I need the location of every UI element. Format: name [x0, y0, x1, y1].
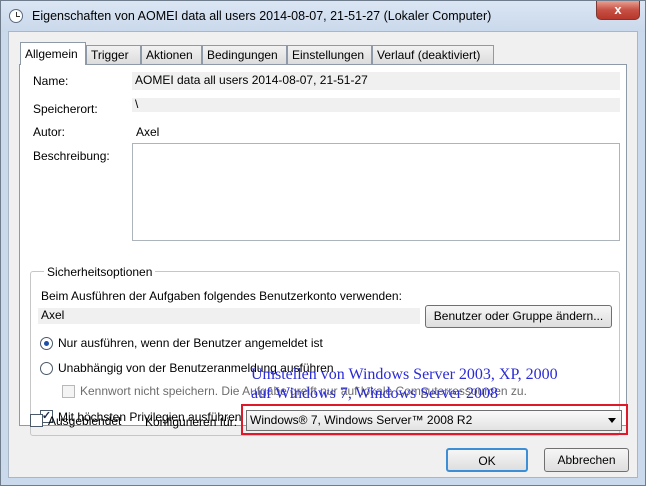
description-textarea[interactable]	[132, 143, 620, 241]
run-logged-on-radio[interactable]	[40, 337, 53, 350]
security-group-title: Sicherheitsoptionen	[44, 265, 156, 279]
title-bar[interactable]: Eigenschaften von AOMEI data all users 2…	[1, 1, 645, 32]
no-password-checkbox[interactable]	[62, 385, 75, 398]
clock-icon	[9, 9, 23, 23]
tab-aktionen[interactable]: Aktionen	[141, 45, 202, 64]
close-button[interactable]: x	[596, 1, 640, 20]
account-field: Axel	[38, 308, 420, 324]
annotation-line-2: auf Windows 7, Windows Server 2008	[251, 385, 498, 402]
name-field[interactable]: AOMEI data all users 2014-08-07, 21-51-2…	[132, 72, 620, 90]
configure-for-label: Konfigurieren für:	[145, 415, 238, 429]
change-user-button[interactable]: Benutzer oder Gruppe ändern...	[425, 305, 612, 328]
annotation-line-1: Umstellen von Windows Server 2003, XP, 2…	[251, 366, 558, 383]
run-independent-radio[interactable]	[40, 362, 53, 375]
tab-verlauf[interactable]: Verlauf (deaktiviert)	[372, 45, 494, 64]
annotation-text: Umstellen von Windows Server 2003, XP, 2…	[251, 365, 558, 403]
highlight-box	[241, 404, 628, 435]
ok-button[interactable]: OK	[446, 448, 528, 472]
location-field: \	[132, 98, 620, 112]
hidden-checkbox[interactable]	[30, 414, 43, 427]
tab-allgemein[interactable]: Allgemein	[20, 42, 86, 65]
tab-einstellungen[interactable]: Einstellungen	[287, 45, 372, 64]
window-title: Eigenschaften von AOMEI data all users 2…	[32, 9, 492, 23]
tab-bedingungen[interactable]: Bedingungen	[202, 45, 287, 64]
author-value: Axel	[136, 125, 160, 139]
hidden-label[interactable]: Ausgeblendet	[48, 414, 121, 428]
name-label: Name:	[33, 74, 69, 88]
tab-trigger[interactable]: Trigger	[86, 45, 141, 64]
task-properties-window: Eigenschaften von AOMEI data all users 2…	[0, 0, 646, 486]
cancel-button[interactable]: Abbrechen	[544, 448, 629, 472]
run-logged-on-label[interactable]: Nur ausführen, wenn der Benutzer angemel…	[58, 336, 323, 350]
author-label: Autor:	[33, 125, 66, 139]
account-prompt: Beim Ausführen der Aufgaben folgendes Be…	[41, 289, 402, 303]
description-label: Beschreibung:	[33, 149, 110, 163]
location-label: Speicherort:	[33, 102, 98, 116]
